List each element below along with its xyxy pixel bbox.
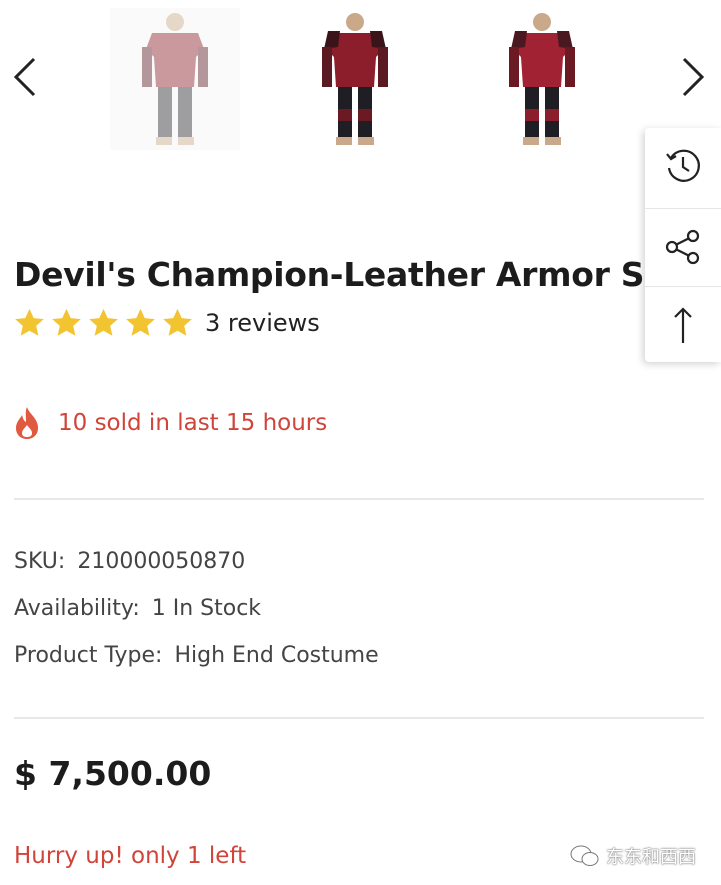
- product-title-container: Devil's Champion-Leather Armor Set: [14, 252, 645, 298]
- armor-image: [142, 13, 208, 145]
- floating-toolbar: [645, 128, 721, 362]
- arrow-up-icon: [674, 307, 692, 343]
- star-icon: [52, 308, 81, 336]
- flame-icon: [16, 407, 38, 439]
- watermark: 东东和西西: [570, 842, 696, 870]
- star-icon: [89, 308, 118, 336]
- product-title: Devil's Champion-Leather Armor Set: [14, 255, 645, 294]
- product-price: $ 7,500.00: [14, 754, 212, 793]
- product-type-value: High End Costume: [174, 643, 379, 668]
- product-type-row: Product Type: High End Costume: [14, 641, 379, 671]
- sold-text: 10 sold in last 15 hours: [58, 410, 328, 436]
- gallery-next-button[interactable]: [678, 52, 708, 102]
- product-type-label: Product Type:: [14, 643, 163, 668]
- availability-value: 1 In Stock: [151, 596, 262, 621]
- product-rating: 3 reviews: [12, 304, 320, 342]
- armor-image: [322, 13, 388, 145]
- chevron-right-icon: [682, 57, 705, 97]
- back-to-top-button[interactable]: [645, 286, 721, 363]
- sku-row: SKU: 210000050870: [14, 547, 245, 577]
- sold-counter: 10 sold in last 15 hours: [12, 402, 327, 444]
- gallery-prev-button[interactable]: [10, 52, 40, 102]
- recently-viewed-button[interactable]: [645, 128, 721, 204]
- divider: [14, 498, 704, 500]
- star-icon: [126, 308, 155, 336]
- armor-image: [509, 13, 575, 145]
- share-button[interactable]: [645, 208, 721, 285]
- sku-value: 210000050870: [77, 549, 246, 574]
- availability-label: Availability:: [14, 596, 140, 621]
- gallery-thumbnail[interactable]: [477, 8, 607, 150]
- reviews-link[interactable]: 3 reviews: [205, 309, 320, 337]
- wechat-icon: [570, 845, 599, 866]
- stock-warning: Hurry up! only 1 left: [14, 843, 247, 869]
- divider: [14, 717, 704, 719]
- chevron-left-icon: [13, 57, 36, 97]
- star-icon: [163, 308, 192, 336]
- star-icon: [15, 308, 44, 336]
- watermark-text: 东东和西西: [606, 847, 696, 868]
- rating-stars[interactable]: [12, 306, 195, 341]
- sku-label: SKU:: [14, 549, 66, 574]
- gallery-thumbnail[interactable]: [110, 8, 240, 150]
- share-icon: [665, 229, 700, 265]
- gallery-thumbnail[interactable]: [290, 8, 420, 150]
- product-image-gallery: [0, 0, 721, 160]
- availability-row: Availability: 1 In Stock: [14, 594, 261, 624]
- history-icon: [666, 149, 700, 182]
